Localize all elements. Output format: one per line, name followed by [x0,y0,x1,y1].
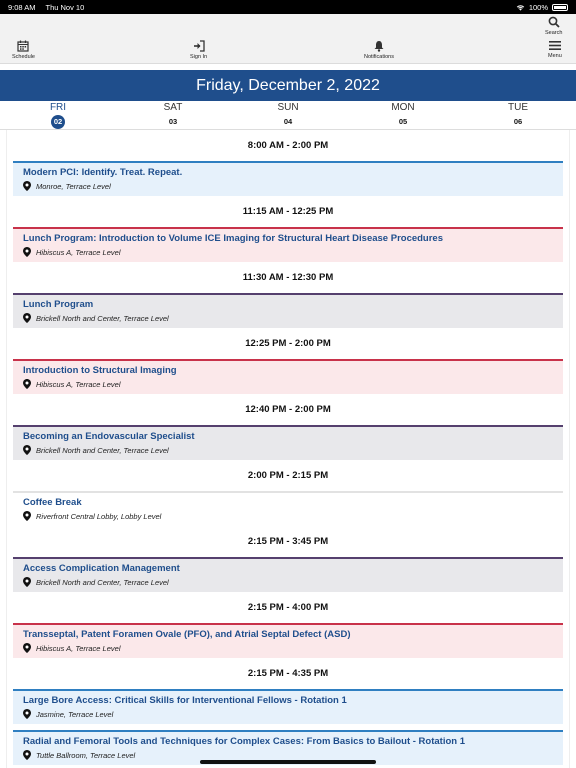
time-slot-header: 2:00 PM - 2:15 PM [247,470,329,481]
time-slot-header: 2:15 PM - 3:45 PM [247,536,329,547]
calendar-icon [17,40,30,52]
time-slot-header: 11:30 AM - 12:30 PM [242,272,334,283]
time-slot-header: 2:15 PM - 4:35 PM [247,668,329,679]
day-selector: FRI 02 SAT 03 SUN 04 MON 05 TUE 06 [0,101,576,130]
top-toolbar: Schedule Sign In Notifications Search Me… [0,14,576,64]
session-location: Hibiscus A, Terrace Level [36,643,121,653]
status-bar: 9:08 AM Thu Nov 10 100% [0,0,576,14]
session-card[interactable]: Access Complication Management Brickell … [13,557,563,592]
battery-percent: 100% [528,3,548,12]
day-tab-sun[interactable]: SUN 04 [258,102,318,129]
session-title: Large Bore Access: Critical Skills for I… [23,695,347,706]
day-tab-sat[interactable]: SAT 03 [143,102,203,129]
session-location: Brickell North and Center, Terrace Level [36,577,169,587]
session-card[interactable]: Introduction to Structural Imaging Hibis… [13,359,563,394]
day-tab-mon[interactable]: MON 05 [373,102,433,129]
location-pin-icon [23,313,31,323]
day-number: 06 [513,117,523,126]
notifications-label: Notifications [364,54,394,60]
schedule-label: Schedule [12,54,35,60]
time-slot-header: 12:40 PM - 2:00 PM [245,404,331,415]
hamburger-menu-icon [548,41,561,50]
day-name: SAT [163,102,183,113]
day-name: SUN [277,102,299,113]
session-location: Monroe, Terrace Level [36,181,111,191]
day-tab-fri[interactable]: FRI 02 [28,102,88,129]
time-slot-header: 8:00 AM - 2:00 PM [247,140,329,151]
sign-in-button[interactable]: Sign In [190,40,207,60]
time-slot-header: 2:15 PM - 4:00 PM [247,602,329,613]
location-pin-icon [23,577,31,587]
session-location: Hibiscus A, Terrace Level [36,247,121,257]
day-tab-tue[interactable]: TUE 06 [488,102,548,129]
session-list: 8:00 AM - 2:00 PM Modern PCI: Identify. … [6,130,570,768]
session-title: Transseptal, Patent Foramen Ovale (PFO),… [23,629,351,640]
date-header: Friday, December 2, 2022 [0,70,576,101]
session-title: Coffee Break [23,497,82,508]
sign-in-icon [193,40,205,52]
session-title: Access Complication Management [23,563,180,574]
location-pin-icon [23,709,31,719]
session-title: Radial and Femoral Tools and Techniques … [23,736,465,747]
status-time: 9:08 AM [8,3,36,12]
time-slot-header: 12:25 PM - 2:00 PM [245,338,331,349]
sign-in-label: Sign In [190,54,208,60]
time-slot-header: 11:15 AM - 12:25 PM [242,206,334,217]
location-pin-icon [23,750,31,760]
search-button[interactable]: Search [545,16,562,36]
menu-button[interactable]: Menu [548,40,562,59]
session-card[interactable]: Lunch Program Brickell North and Center,… [13,293,563,328]
search-icon [548,16,560,28]
session-title: Becoming an Endovascular Specialist [23,431,195,442]
location-pin-icon [23,181,31,191]
session-card[interactable]: Transseptal, Patent Foramen Ovale (PFO),… [13,623,563,658]
notifications-button[interactable]: Notifications [364,40,394,60]
location-pin-icon [23,643,31,653]
day-name: TUE [508,102,528,113]
session-card[interactable]: Coffee Break Riverfront Central Lobby, L… [13,491,563,526]
location-pin-icon [23,445,31,455]
session-location: Brickell North and Center, Terrace Level [36,445,169,455]
battery-icon [552,4,568,11]
schedule-button[interactable]: Schedule [12,40,35,60]
session-card[interactable]: Large Bore Access: Critical Skills for I… [13,689,563,724]
status-date: Thu Nov 10 [45,3,85,12]
home-indicator [200,760,376,764]
location-pin-icon [23,379,31,389]
search-label: Search [545,30,563,36]
day-number: 03 [168,117,178,126]
session-card[interactable]: Modern PCI: Identify. Treat. Repeat. Mon… [13,161,563,196]
session-title: Lunch Program: Introduction to Volume IC… [23,233,444,244]
bell-icon [374,41,384,52]
day-name: FRI [49,102,67,113]
wifi-icon [516,5,524,11]
session-title: Lunch Program [23,299,94,310]
session-location: Tuttle Ballroom, Terrace Level [36,750,136,760]
day-number: 05 [398,117,408,126]
session-location: Hibiscus A, Terrace Level [36,379,121,389]
location-pin-icon [23,247,31,257]
menu-label: Menu [548,53,562,59]
session-location: Brickell North and Center, Terrace Level [36,313,169,323]
session-title: Introduction to Structural Imaging [23,365,177,376]
session-location: Riverfront Central Lobby, Lobby Level [36,511,162,521]
day-number: 04 [283,117,293,126]
session-card[interactable]: Becoming an Endovascular Specialist Bric… [13,425,563,460]
session-location: Jasmine, Terrace Level [36,709,114,719]
session-card[interactable]: Lunch Program: Introduction to Volume IC… [13,227,563,262]
day-number: 02 [51,115,65,129]
day-name: MON [391,102,415,113]
session-title: Modern PCI: Identify. Treat. Repeat. [23,167,183,178]
location-pin-icon [23,511,31,521]
